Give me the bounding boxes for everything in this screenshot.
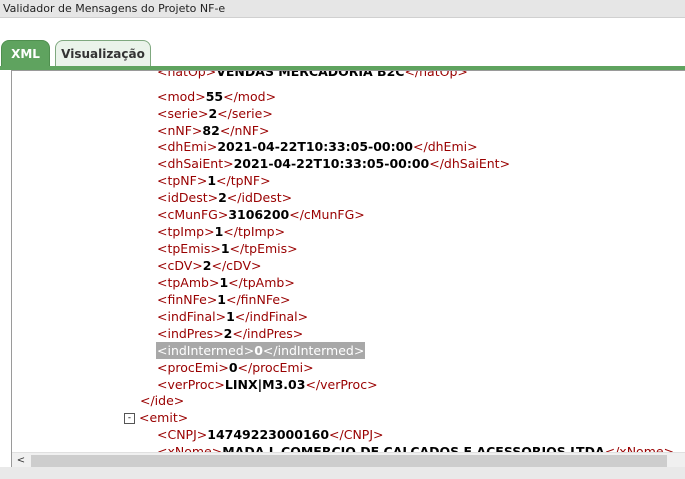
xml-line-verproc: <verProc>LINX|M3.03</verProc> — [157, 377, 378, 392]
xml-viewer-panel[interactable]: <natOp>VENDAS MERCADORIA B2C</natOp> <mo… — [11, 70, 685, 468]
xml-line-tpnf: <tpNF>1</tpNF> — [157, 173, 271, 188]
xml-content: <natOp>VENDAS MERCADORIA B2C</natOp> <mo… — [12, 71, 685, 453]
window-title: Validador de Mensagens do Projeto NF-e — [0, 0, 685, 18]
collapse-toggle-icon[interactable]: - — [124, 413, 135, 424]
tab-visualizacao[interactable]: Visualização — [55, 40, 151, 66]
xml-line-serie: <serie>2</serie> — [157, 106, 273, 121]
xml-line-finnfe: <finNFe>1</finNFe> — [157, 292, 291, 307]
xml-line-tpemis: <tpEmis>1</tpEmis> — [157, 241, 298, 256]
xml-line-indintermed-selected[interactable]: <indIntermed>0</indIntermed> — [156, 342, 366, 359]
xml-line-indfinal: <indFinal>1</indFinal> — [157, 309, 309, 324]
status-strip — [0, 467, 685, 479]
xml-line-tpimp: <tpImp>1</tpImp> — [157, 224, 286, 239]
tab-xml[interactable]: XML — [1, 40, 50, 66]
xml-line-emit: - <emit> — [124, 409, 188, 426]
xml-line-dhsaient: <dhSaiEnt>2021-04-22T10:33:05-00:00</dhS… — [157, 156, 511, 171]
xml-line-natop: <natOp>VENDAS MERCADORIA B2C</natOp> — [157, 71, 468, 79]
horizontal-scrollbar[interactable]: < — [12, 452, 685, 468]
xml-line-dhemi: <dhEmi>2021-04-22T10:33:05-00:00</dhEmi> — [157, 139, 478, 154]
xml-line-mod: <mod>55</mod> — [157, 89, 277, 104]
xml-line-cnpj: <CNPJ>14749223000160</CNPJ> — [157, 427, 384, 442]
xml-line-indpres: <indPres>2</indPres> — [157, 326, 304, 341]
xml-line-iddest: <idDest>2</idDest> — [157, 190, 293, 205]
xml-line-nnf: <nNF>82</nNF> — [157, 123, 270, 138]
xml-line-cmunfg: <cMunFG>3106200</cMunFG> — [157, 207, 365, 222]
xml-line-ide-close: </ide> — [140, 393, 185, 408]
xml-line-tpamb: <tpAmb>1</tpAmb> — [157, 275, 295, 290]
xml-line-procemi: <procEmi>0</procEmi> — [157, 360, 314, 375]
scroll-left-arrow-icon[interactable]: < — [14, 453, 28, 468]
scrollbar-thumb[interactable] — [31, 455, 667, 467]
tab-bar: XML Visualização — [0, 38, 685, 68]
xml-line-cdv: <cDV>2</cDV> — [157, 258, 262, 273]
